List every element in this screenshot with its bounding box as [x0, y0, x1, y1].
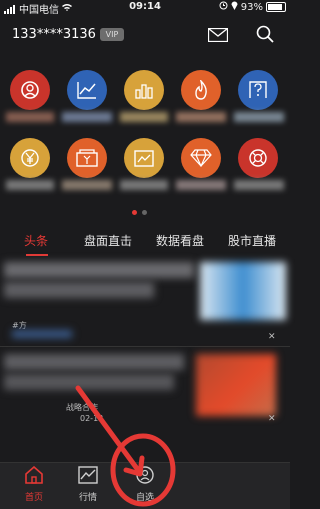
- nav-home-label: 首页: [24, 493, 43, 503]
- account-number[interactable]: 133****3136: [12, 27, 96, 42]
- tab-market-live[interactable]: 盘面直击: [84, 232, 132, 249]
- user-icon: [21, 81, 39, 99]
- mail-icon[interactable]: [207, 27, 229, 43]
- nav-market[interactable]: 行情: [70, 466, 106, 503]
- tab-stock-broadcast[interactable]: 股市直播: [228, 232, 276, 249]
- header: 133****3136 VIP: [0, 18, 290, 52]
- calendar-shortcut[interactable]: [124, 138, 164, 178]
- news-tabs: 头条 盘面直击 数据看盘 股市直播: [0, 228, 290, 258]
- bar-chart-icon: [135, 84, 153, 99]
- question-icon: [249, 81, 267, 98]
- news-thumbnail[interactable]: [200, 262, 286, 320]
- divider: [0, 346, 290, 347]
- news-source: 战略合作: [66, 403, 98, 412]
- shortcut-label-blur: [6, 112, 54, 122]
- page-dot-active: [132, 210, 137, 215]
- news-thumbnail[interactable]: [196, 354, 276, 416]
- user-circle-shortcut[interactable]: [10, 70, 50, 110]
- news-title-blur: [4, 374, 174, 390]
- lifebuoy-shortcut[interactable]: [238, 138, 278, 178]
- status-bar: 中国电信 09:14 93%: [0, 0, 290, 16]
- shortcut-label-blur: [120, 180, 168, 190]
- lifebuoy-icon: [249, 149, 267, 167]
- close-icon[interactable]: ✕: [268, 332, 276, 342]
- news-feed: #方 ✕ 战略合作 02-13 ✕: [0, 262, 290, 462]
- trend-shortcut[interactable]: [67, 70, 107, 110]
- home-icon: [25, 465, 43, 484]
- shortcut-label-blur: [62, 180, 112, 190]
- search-icon[interactable]: [256, 25, 274, 43]
- wallet-icon: [76, 149, 98, 167]
- carousel-dots: [132, 200, 152, 219]
- page-dot: [142, 210, 147, 215]
- yen-icon: [21, 149, 39, 167]
- tab-headlines[interactable]: 头条: [24, 232, 48, 249]
- active-tab-indicator: [26, 254, 48, 256]
- wallet-shortcut[interactable]: [67, 138, 107, 178]
- question-shortcut[interactable]: [238, 70, 278, 110]
- close-icon[interactable]: ✕: [268, 414, 276, 424]
- yen-shortcut[interactable]: [10, 138, 50, 178]
- vip-badge[interactable]: VIP: [100, 28, 124, 41]
- calendar-chart-icon: [134, 150, 154, 167]
- shortcut-label-blur: [176, 180, 226, 190]
- tab-data-board[interactable]: 数据看盘: [156, 232, 204, 249]
- flame-icon: [195, 80, 207, 100]
- nav-watchlist-label: 自选: [135, 493, 154, 503]
- bottom-navigation: 首页 行情 自选: [0, 462, 290, 509]
- shortcut-label-blur: [234, 180, 284, 190]
- diamond-icon: [190, 149, 212, 167]
- location-icon: [231, 1, 238, 13]
- alarm-icon: [219, 1, 228, 13]
- news-title-blur: [4, 282, 154, 298]
- news-title-blur: [4, 354, 184, 370]
- news-source-blur: [12, 330, 72, 338]
- hot-shortcut[interactable]: [181, 70, 221, 110]
- chart-icon: [78, 466, 98, 484]
- shortcut-row-1: [0, 66, 290, 126]
- battery-icon: [266, 2, 286, 12]
- shortcut-row-2: [0, 134, 290, 194]
- user-star-icon: [136, 466, 154, 484]
- shortcut-label-blur: [62, 112, 112, 122]
- nav-market-label: 行情: [78, 493, 97, 503]
- shortcut-label-blur: [234, 112, 284, 122]
- shortcut-label-blur: [120, 112, 168, 122]
- shortcut-label-blur: [6, 180, 54, 190]
- news-time: 02-13: [80, 414, 104, 423]
- nav-home[interactable]: 首页: [16, 465, 52, 503]
- line-chart-icon: [77, 82, 96, 99]
- news-title-blur: [4, 262, 194, 278]
- shortcut-label-blur: [176, 112, 226, 122]
- ranking-shortcut[interactable]: [124, 70, 164, 110]
- battery-percent: 93%: [240, 1, 263, 13]
- diamond-shortcut[interactable]: [181, 138, 221, 178]
- nav-watchlist[interactable]: 自选: [127, 466, 163, 503]
